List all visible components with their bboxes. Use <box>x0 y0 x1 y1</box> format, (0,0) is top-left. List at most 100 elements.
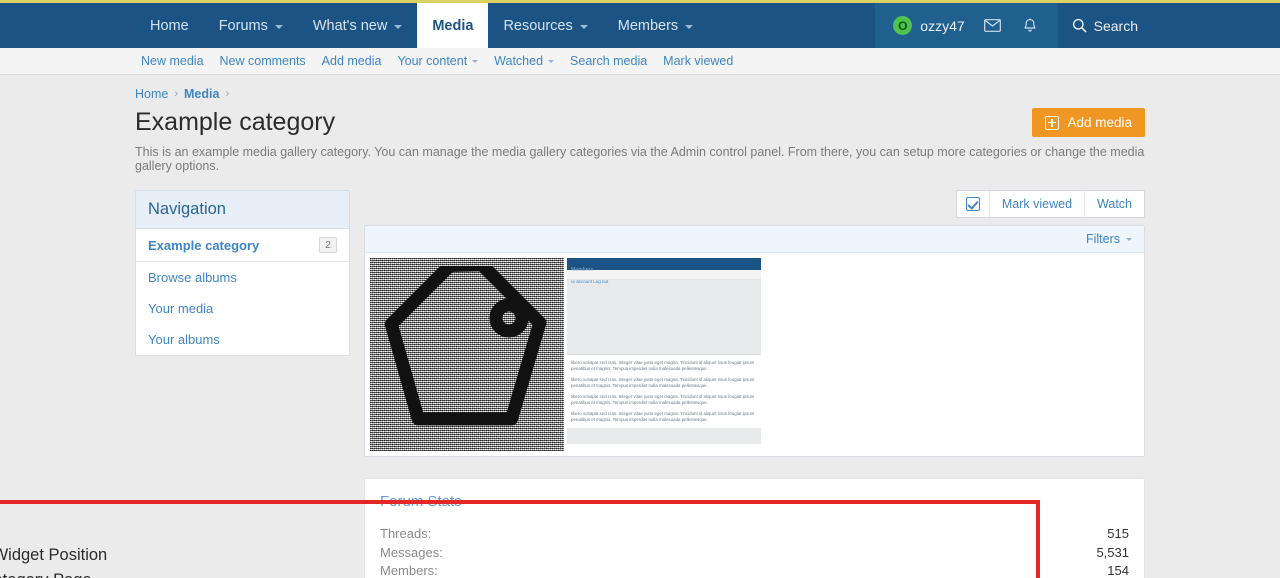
mini-subnav-label: ur account Log out <box>571 279 609 284</box>
filters-label: Filters <box>1085 232 1120 246</box>
chevron-down-icon <box>394 24 403 29</box>
page-description: This is an example media gallery categor… <box>135 145 1145 173</box>
nav-item-home[interactable]: Home <box>135 3 204 48</box>
nav-item-label: What's new <box>312 17 388 34</box>
media-thumbnail-grid: Members ur account Log out libero volutp… <box>365 253 1144 456</box>
envelope-icon <box>983 19 1001 32</box>
subnav-item-add-media[interactable]: Add media <box>314 54 390 68</box>
media-thumbnail-noise[interactable] <box>370 258 564 451</box>
forum-stats-widget: Forum Stats Threads: 515 Messages: 5,531… <box>364 478 1145 578</box>
widget-title: Forum Stats <box>380 493 462 510</box>
mini-navbar: Members <box>567 258 761 273</box>
search-icon <box>1072 18 1087 33</box>
mini-page: Members ur account Log out libero volutp… <box>567 258 761 451</box>
avatar: O <box>893 16 913 35</box>
toolbar-button-group: Mark viewed Watch <box>955 190 1145 218</box>
filters-bar: Filters <box>365 226 1144 253</box>
mini-subnav: ur account Log out <box>567 270 761 284</box>
chevron-down-icon <box>472 59 479 63</box>
nav-item-members[interactable]: Members <box>603 3 708 48</box>
stat-row: Members: 154 <box>380 562 1129 578</box>
chevron-down-icon <box>1126 237 1132 241</box>
sidebar-item-your-media[interactable]: Your media <box>136 293 349 324</box>
search-button[interactable]: Search <box>1058 3 1152 48</box>
mini-paragraph: libero volutpat sed cras. Integer vitae … <box>571 411 755 422</box>
breadcrumb-item-media[interactable]: Media <box>184 87 219 101</box>
breadcrumb-separator-icon: › <box>225 88 230 100</box>
nav-item-label: Resources <box>503 17 573 34</box>
subnav-item-search-media[interactable]: Search media <box>562 54 655 68</box>
stat-value: 515 <box>1107 526 1129 541</box>
stat-label: Members: <box>380 563 438 578</box>
chevron-down-icon <box>685 24 694 29</box>
page-title-row: Example category Add media <box>128 101 1152 137</box>
mini-paragraph: libero volutpat sed cras. Integer vitae … <box>571 377 755 388</box>
subnav-item-new-comments[interactable]: New comments <box>212 54 314 68</box>
stat-value: 5,531 <box>1096 544 1129 560</box>
alerts-button[interactable] <box>1012 18 1048 33</box>
watch-button[interactable]: Watch <box>1084 191 1144 217</box>
stat-value: 154 <box>1107 563 1129 578</box>
select-all-checkbox[interactable] <box>957 191 989 217</box>
nav-item-label: Forums <box>218 17 268 34</box>
checkbox-checked-icon <box>965 197 980 211</box>
mini-footer-block <box>567 428 761 444</box>
primary-nav-items: Home Forums What's new Media Resources M… <box>135 3 708 48</box>
secondary-navbar: New media New comments Add media Your co… <box>0 48 1280 75</box>
breadcrumb: Home › Media › <box>128 75 1152 101</box>
nav-item-whats-new[interactable]: What's new <box>298 3 418 48</box>
filters-button[interactable]: Filters <box>1086 232 1132 246</box>
stat-row: Threads: 515 <box>380 525 1129 544</box>
mark-viewed-button[interactable]: Mark viewed <box>988 191 1084 217</box>
subnav-item-new-media[interactable]: New media <box>133 54 212 68</box>
navbar-right-group: O ozzy47 Search <box>875 3 1152 48</box>
nav-item-resources[interactable]: Resources <box>488 3 602 48</box>
nav-item-media[interactable]: Media <box>417 3 489 48</box>
sidebar-item-label: Your albums <box>148 332 220 347</box>
subnav-item-label: Mark viewed <box>663 54 734 68</box>
stat-label: Messages: <box>380 544 443 560</box>
mini-paragraph: libero volutpat sed cras. Integer vitae … <box>571 394 755 405</box>
nav-item-label: Home <box>150 17 189 34</box>
add-media-label: Add media <box>1067 115 1132 130</box>
subnav-item-your-content[interactable]: Your content <box>389 54 486 68</box>
sidebar-item-example-category[interactable]: Example category 2 <box>136 229 349 262</box>
chevron-down-icon <box>274 24 283 29</box>
content-toolbar: Mark viewed Watch <box>364 190 1145 218</box>
plus-square-icon <box>1045 115 1060 130</box>
stat-label: Threads: <box>380 526 432 541</box>
media-thumbnail-forum-screenshot[interactable]: Members ur account Log out libero volutp… <box>567 258 761 451</box>
mini-paragraph-block: libero volutpat sed cras. Integer vitae … <box>567 355 761 423</box>
user-menu-button[interactable]: O ozzy47 <box>885 16 972 35</box>
subnav-item-mark-viewed[interactable]: Mark viewed <box>655 54 741 68</box>
stat-row: Messages: 5,531 <box>380 544 1129 563</box>
mini-paragraph: libero volutpat sed cras. Integer vitae … <box>571 360 755 371</box>
sidebar-item-label: Your media <box>148 301 214 316</box>
visitor-panel: O ozzy47 <box>875 3 1058 48</box>
breadcrumb-item-home[interactable]: Home <box>135 87 168 101</box>
search-label: Search <box>1093 17 1138 34</box>
primary-navbar: Home Forums What's new Media Resources M… <box>0 3 1280 48</box>
inbox-button[interactable] <box>973 19 1012 32</box>
sidebar-item-browse-albums[interactable]: Browse albums <box>136 262 349 293</box>
subnav-item-label: Your content <box>397 54 468 68</box>
annotation-text: New Widget Position On Category Page <box>0 546 108 578</box>
nav-item-forums[interactable]: Forums <box>204 3 298 48</box>
chevron-down-icon <box>548 59 555 63</box>
sidebar-item-label: Browse albums <box>148 270 237 285</box>
content-columns: Navigation Example category 2 Browse alb… <box>128 173 1152 578</box>
subnav-item-label: Watched <box>494 54 544 68</box>
page-title: Example category <box>135 108 336 136</box>
subnav-item-watched[interactable]: Watched <box>486 54 562 68</box>
nav-item-label: Media <box>432 17 474 34</box>
subnav-item-label: Add media <box>321 54 382 68</box>
navigation-sidebar: Navigation Example category 2 Browse alb… <box>135 190 350 356</box>
add-media-button[interactable]: Add media <box>1032 108 1145 137</box>
sidebar-item-your-albums[interactable]: Your albums <box>136 324 349 355</box>
sidebar-item-badge: 2 <box>319 237 337 253</box>
subnav-item-label: New comments <box>219 54 306 68</box>
breadcrumb-separator-icon: › <box>174 88 179 100</box>
sidebar-title: Navigation <box>136 191 349 229</box>
mini-hero-block <box>567 280 761 355</box>
username-label: ozzy47 <box>920 17 965 34</box>
